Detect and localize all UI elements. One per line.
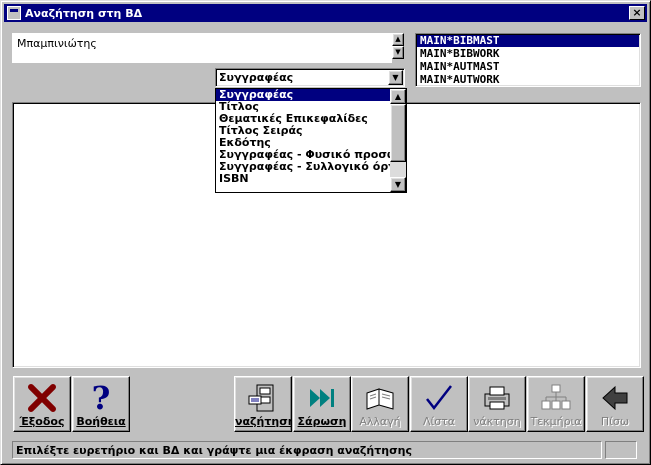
status-bar: Επιλέξτε ευρετήριο και ΒΔ και γράψτε μια… xyxy=(12,441,602,459)
close-button[interactable]: × xyxy=(629,6,645,20)
printer-icon xyxy=(469,381,525,415)
window-title: Αναζήτηση στη ΒΔ xyxy=(25,6,143,20)
database-item[interactable]: MAIN*BIBMAST xyxy=(417,35,639,47)
dropdown-option[interactable]: Τίτλος Σειράς xyxy=(216,125,391,137)
help-label: Βοήθεια xyxy=(76,415,126,428)
svg-text:?: ? xyxy=(92,381,111,415)
recall-label: νάκτηση xyxy=(473,415,521,428)
scan-button[interactable]: Σάρωση xyxy=(293,376,351,432)
checkmark-icon xyxy=(411,381,467,415)
app-icon[interactable] xyxy=(7,6,21,20)
exit-label: Έξοδος xyxy=(19,415,65,428)
search-window: Αναζήτηση στη ΒΔ × Μπαμπινιώτης ▲ ▼ MAIN… xyxy=(0,0,651,465)
items-label: Τεκμήρια xyxy=(530,415,582,428)
back-button[interactable]: Πίσω xyxy=(586,376,644,432)
hierarchy-icon xyxy=(528,381,584,415)
index-select-value: Συγγραφέας xyxy=(219,71,294,84)
scroll-thumb[interactable] xyxy=(390,104,406,162)
scroll-down-icon[interactable]: ▼ xyxy=(392,46,404,59)
dropdown-option[interactable]: Συγγραφέας xyxy=(216,89,391,101)
title-bar[interactable]: Αναζήτηση στη ΒΔ × xyxy=(4,4,647,22)
dropdown-option[interactable]: ISBN xyxy=(216,173,391,185)
recall-button[interactable]: νάκτηση xyxy=(468,376,526,432)
change-label: Αλλαγή xyxy=(359,415,401,428)
database-list[interactable]: MAIN*BIBMAST MAIN*BIBWORK MAIN*AUTMAST M… xyxy=(415,33,641,87)
exit-button[interactable]: Έξοδος xyxy=(13,376,71,432)
scroll-up-icon[interactable]: ▲ xyxy=(390,89,406,104)
chevron-down-icon[interactable]: ▼ xyxy=(388,70,403,85)
fast-forward-icon xyxy=(294,381,350,415)
x-icon xyxy=(14,381,70,415)
back-label: Πίσω xyxy=(600,415,630,428)
book-icon xyxy=(352,381,408,415)
database-item[interactable]: MAIN*AUTMAST xyxy=(417,61,639,73)
list-button[interactable]: Λίστα xyxy=(410,376,468,432)
question-icon: ? xyxy=(73,381,129,415)
dropdown-option[interactable]: Συγγραφέας - Συλλογικό όργα xyxy=(216,161,391,173)
scroll-up-icon[interactable]: ▲ xyxy=(392,33,404,46)
search-scrollbar[interactable]: ▲ ▼ xyxy=(392,33,404,63)
dropdown-option[interactable]: Τίτλος xyxy=(216,101,391,113)
dropdown-option[interactable]: Θεματικές Επικεφαλίδες xyxy=(216,113,391,125)
scan-label: Σάρωση xyxy=(297,415,347,428)
items-button[interactable]: Τεκμήρια xyxy=(527,376,585,432)
database-item[interactable]: MAIN*AUTWORK xyxy=(417,74,639,86)
search-button[interactable]: ναζήτηση xyxy=(234,376,292,432)
database-item[interactable]: MAIN*BIBWORK xyxy=(417,48,639,60)
index-dropdown[interactable]: Συγγραφέας Τίτλος Θεματικές Επικεφαλίδες… xyxy=(215,88,407,193)
status-message: Επιλέξτε ευρετήριο και ΒΔ και γράψτε μια… xyxy=(16,444,413,457)
status-panel xyxy=(605,441,637,459)
file-cabinet-icon xyxy=(235,381,291,415)
dropdown-scrollbar[interactable]: ▲ ▼ xyxy=(390,89,406,192)
list-label: Λίστα xyxy=(422,415,456,428)
change-button[interactable]: Αλλαγή xyxy=(351,376,409,432)
search-value: Μπαμπινιώτης xyxy=(17,37,97,50)
search-input[interactable]: Μπαμπινιώτης ▲ ▼ xyxy=(12,33,404,63)
dropdown-option[interactable]: Εκδότης xyxy=(216,137,391,149)
dropdown-option[interactable]: Συγγραφέας - Φυσικό προσω xyxy=(216,149,391,161)
search-label: ναζήτηση xyxy=(235,415,291,428)
scroll-down-icon[interactable]: ▼ xyxy=(390,177,406,192)
index-select[interactable]: Συγγραφέας ▼ xyxy=(215,68,405,87)
back-arrow-icon xyxy=(587,381,643,415)
help-button[interactable]: ? Βοήθεια xyxy=(72,376,130,432)
